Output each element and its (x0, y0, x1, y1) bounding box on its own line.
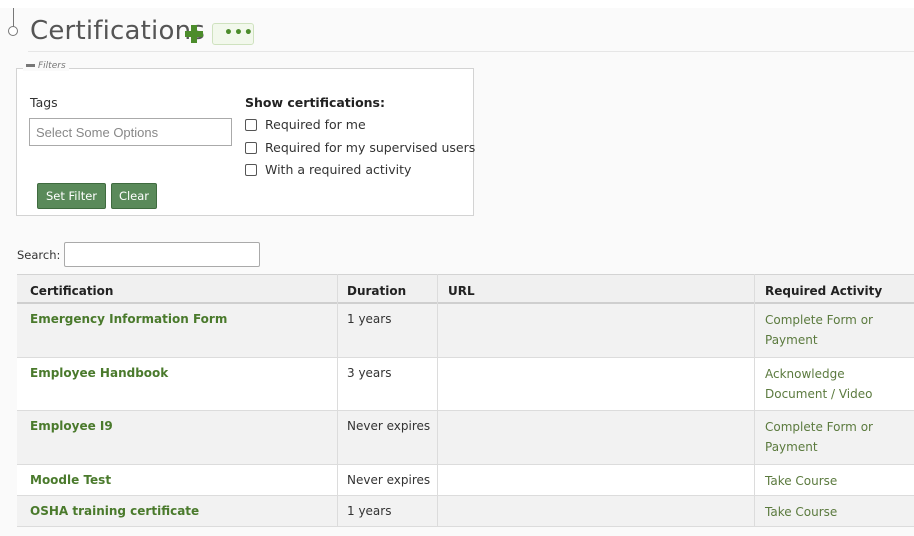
tags-select-input[interactable]: Select Some Options (29, 118, 232, 146)
checkbox-label: With a required activity (265, 162, 412, 177)
certification-link[interactable]: Emergency Information Form (30, 312, 227, 326)
show-certifications-label: Show certifications: (245, 95, 385, 110)
certification-link[interactable]: Employee Handbook (30, 366, 168, 380)
column-header-required-activity[interactable]: Required Activity (765, 284, 882, 298)
required-activity-cell: Take Course (765, 505, 838, 519)
table-header: Certification Duration URL Required Acti… (17, 274, 914, 304)
certification-link[interactable]: OSHA training certificate (30, 504, 199, 518)
ellipsis-icon: ••• (224, 25, 254, 41)
search-label: Search: (17, 248, 61, 262)
column-divider (337, 274, 338, 527)
column-divider (754, 274, 755, 527)
checkbox-label: Required for me (265, 117, 366, 132)
required-activity-cell: Complete Form or Payment (765, 420, 873, 454)
column-header-url[interactable]: URL (448, 284, 475, 298)
page-title: Certifications (30, 16, 206, 46)
table-row: Employee I9 Never expires Complete Form … (17, 411, 914, 465)
duration-cell: 1 years (347, 312, 392, 326)
search-input[interactable] (64, 242, 260, 267)
checkbox[interactable] (245, 164, 257, 176)
required-activity-cell: Take Course (765, 474, 838, 488)
duration-cell: 1 years (347, 504, 392, 518)
set-filter-button[interactable]: Set Filter (37, 183, 106, 209)
add-certification-plus-icon[interactable] (183, 23, 205, 45)
collapse-dash-icon (26, 64, 35, 67)
column-header-duration[interactable]: Duration (347, 284, 406, 298)
certification-link[interactable]: Moodle Test (30, 473, 111, 487)
required-activity-cell: Acknowledge Document / Video (765, 367, 873, 401)
column-divider (437, 274, 438, 527)
tags-placeholder: Select Some Options (36, 125, 159, 140)
table-row: Moodle Test Never expires Take Course (17, 465, 914, 496)
more-options-button[interactable]: ••• (212, 23, 254, 45)
duration-cell: 3 years (347, 366, 392, 380)
duration-cell: Never expires (347, 419, 431, 433)
filters-legend-label: Filters (38, 61, 66, 71)
timeline-line (13, 8, 14, 28)
certification-link[interactable]: Employee I9 (30, 419, 113, 433)
tags-label: Tags (30, 95, 58, 110)
table-row: Emergency Information Form 1 years Compl… (17, 304, 914, 358)
filters-legend[interactable]: Filters (23, 61, 69, 71)
timeline-node-icon (8, 26, 18, 36)
duration-cell: Never expires (347, 473, 431, 487)
title-divider (28, 51, 914, 52)
required-activity-cell: Complete Form or Payment (765, 313, 873, 347)
table-row: OSHA training certificate 1 years Take C… (17, 496, 914, 527)
clear-button[interactable]: Clear (111, 183, 157, 209)
table-row: Employee Handbook 3 years Acknowledge Do… (17, 358, 914, 411)
checkbox[interactable] (245, 119, 257, 131)
checkbox-label: Required for my supervised users (265, 140, 476, 155)
checkbox[interactable] (245, 142, 257, 154)
column-header-certification[interactable]: Certification (30, 284, 113, 298)
